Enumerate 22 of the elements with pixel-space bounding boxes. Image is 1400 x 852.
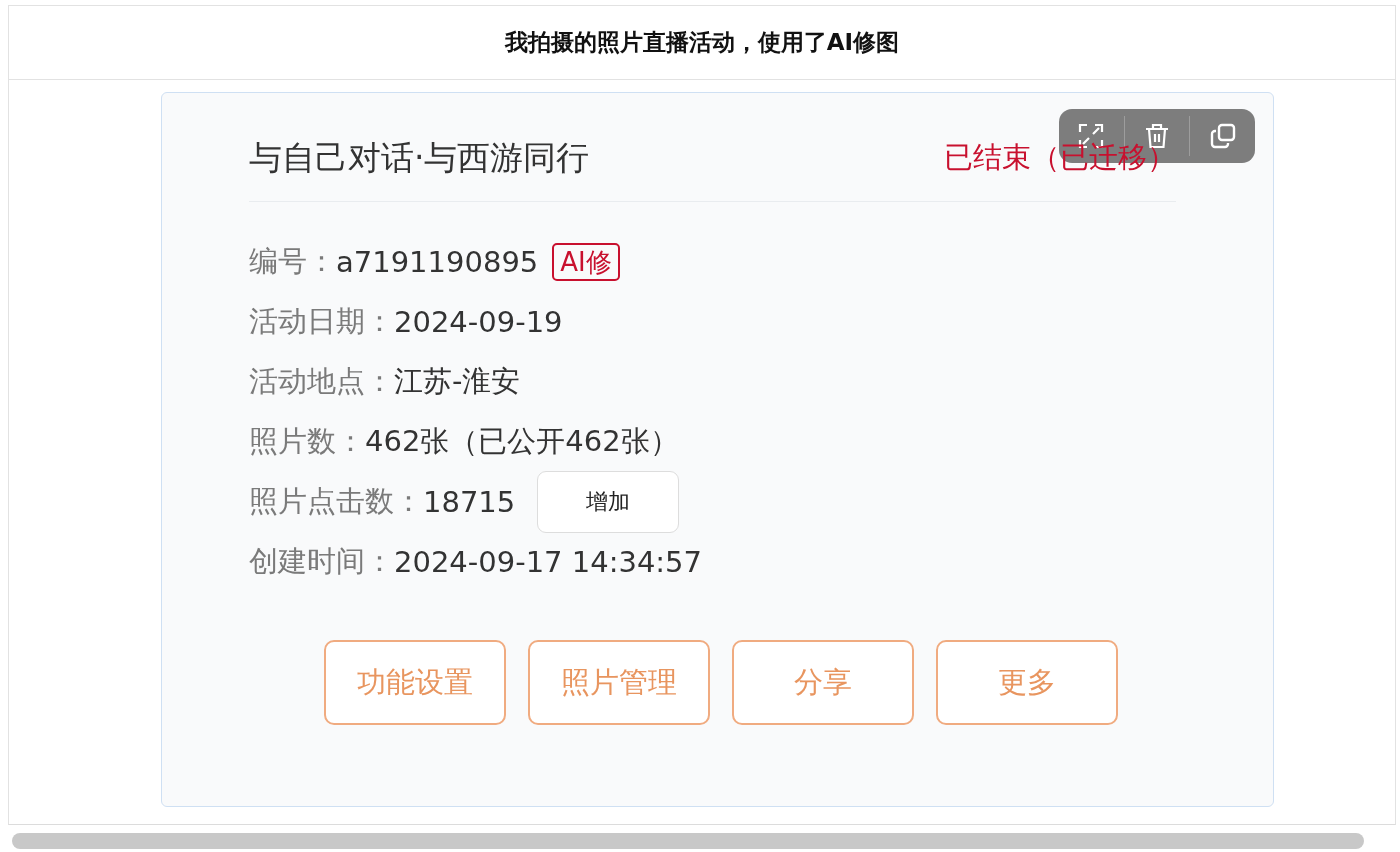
copy-icon[interactable]: [1209, 123, 1236, 149]
action-button[interactable]: 功能设置: [324, 640, 506, 725]
field-value: 2024-09-19: [394, 305, 563, 339]
field-label: 活动日期：: [249, 303, 394, 340]
action-button[interactable]: 更多: [936, 640, 1118, 725]
field-value: 江苏-淮安: [394, 363, 521, 400]
page-title: 我拍摄的照片直播活动，使用了AI修图: [504, 28, 900, 57]
field-label: 照片点击数：: [249, 483, 423, 520]
field-label: 创建时间：: [249, 543, 394, 580]
activity-title: 与自己对话·与西游同行: [249, 136, 590, 179]
field-label: 照片数：: [249, 423, 365, 460]
field-label: 活动地点：: [249, 363, 394, 400]
increase-button[interactable]: 增加: [537, 471, 680, 533]
field-value: 18715: [423, 485, 516, 519]
horizontal-scrollbar[interactable]: [12, 833, 1364, 849]
field-value: a7191190895: [336, 245, 539, 279]
action-button[interactable]: 照片管理: [528, 640, 710, 725]
ai-retouch-badge: AI修: [552, 243, 620, 281]
field-value: 2024-09-17 14:34:57: [394, 545, 702, 579]
action-button[interactable]: 分享: [732, 640, 914, 725]
field-value: 462张（已公开462张）: [365, 423, 679, 460]
field-label: 编号：: [249, 243, 336, 280]
